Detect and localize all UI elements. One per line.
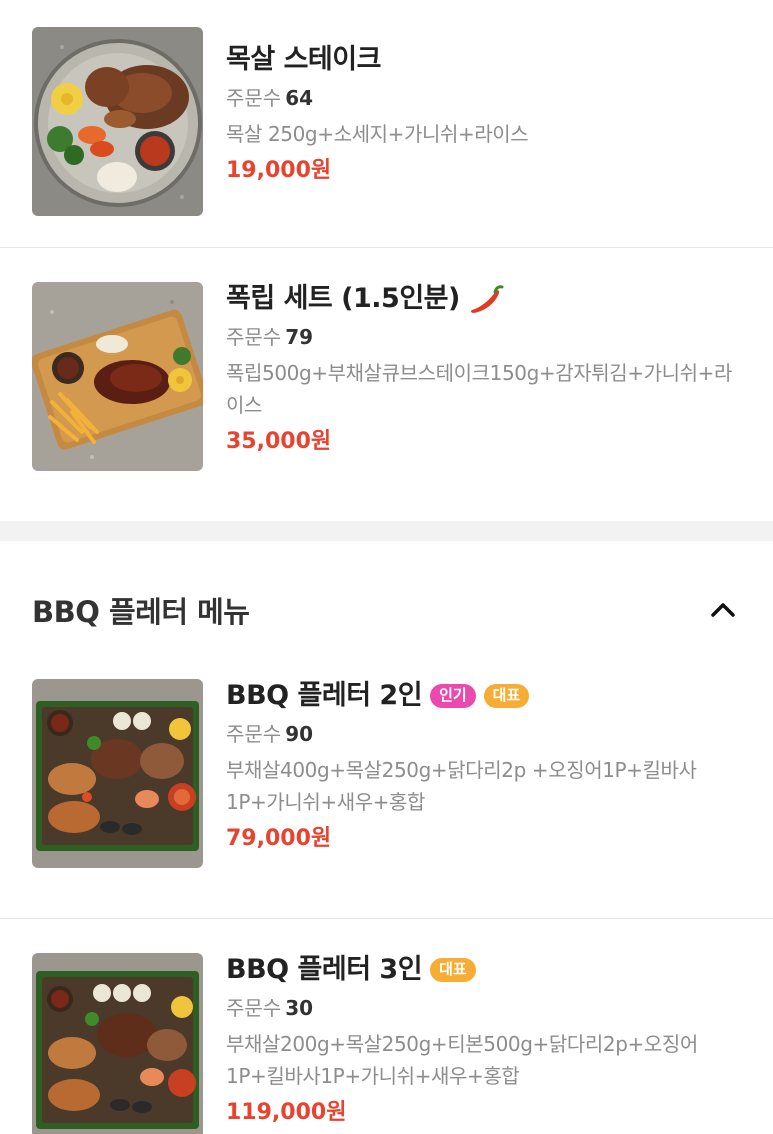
order-count: 주문수 30 bbox=[226, 994, 746, 1022]
order-count: 주문수 79 bbox=[226, 323, 746, 351]
menu-item-description: 부채살400g+목살250g+닭다리2p +오징어1P+킬바사1P+가니쉬+새우… bbox=[226, 758, 697, 814]
section-divider bbox=[0, 521, 773, 541]
bbq-platter-image bbox=[32, 679, 203, 868]
menu-item-name-text: 목살 스테이크 bbox=[226, 44, 381, 75]
menu-item-photo bbox=[32, 953, 203, 1134]
menu-item-photo bbox=[32, 679, 203, 868]
popular-badge: 인기 bbox=[430, 684, 476, 708]
menu-item-info: 폭립 세트 (1.5인분) 주문수 79 폭립500g+부채살큐브스테이크150g… bbox=[226, 282, 746, 521]
menu-item-photo bbox=[32, 282, 203, 471]
menu-item-description: 부채살200g+목살250g+티본500g+닭다리2p+오징어1P+킬바사1P+… bbox=[226, 1032, 698, 1088]
order-count-value: 90 bbox=[285, 722, 314, 746]
menu-item-info: BBQ 플레터 3인 대표 주문수 30 부채살200g+목살250g+티본500… bbox=[226, 953, 746, 1134]
menu-item-info: BBQ 플레터 2인 인기 대표 주문수 90 부채살400g+목살250g+닭다… bbox=[226, 679, 746, 918]
menu-item-name: BBQ 플레터 2인 인기 대표 bbox=[226, 679, 746, 713]
menu-item[interactable]: 목살 스테이크 주문수 64 목살 250g+소세지+가니쉬+라이스 19,000… bbox=[0, 0, 773, 248]
signature-badge: 대표 bbox=[483, 684, 530, 708]
chevron-up-icon bbox=[711, 603, 735, 617]
order-count: 주문수 90 bbox=[226, 720, 746, 748]
order-count-label: 주문수 bbox=[226, 325, 282, 349]
menu-item-price: 19,000원 bbox=[226, 158, 332, 183]
menu-item-name: 폭립 세트 (1.5인분) bbox=[226, 282, 746, 316]
order-count-label: 주문수 bbox=[226, 996, 282, 1020]
ribs-board-image bbox=[32, 282, 203, 471]
order-count-value: 30 bbox=[285, 996, 314, 1020]
signature-badge: 대표 bbox=[430, 958, 476, 982]
menu-item-name: 목살 스테이크 bbox=[226, 43, 746, 77]
menu-item-name: BBQ 플레터 3인 대표 bbox=[226, 953, 746, 987]
menu-item[interactable]: BBQ 플레터 2인 인기 대표 주문수 90 부채살400g+목살250g+닭다… bbox=[0, 679, 773, 919]
menu-item-name-text: BBQ 플레터 2인 bbox=[226, 680, 423, 711]
menu-item-name-text: 폭립 세트 (1.5인분) bbox=[226, 283, 460, 314]
menu-item-photo bbox=[32, 27, 203, 216]
collapse-button[interactable] bbox=[703, 590, 743, 630]
menu-item[interactable]: BBQ 플레터 3인 대표 주문수 30 부채살200g+목살250g+티본500… bbox=[0, 919, 773, 1134]
section-title: BBQ 플레터 메뉴 bbox=[32, 595, 250, 629]
menu-item-price: 79,000원 bbox=[226, 826, 332, 851]
menu-item-info: 목살 스테이크 주문수 64 목살 250g+소세지+가니쉬+라이스 19,000… bbox=[226, 27, 746, 247]
section-header[interactable]: BBQ 플레터 메뉴 bbox=[0, 541, 773, 679]
chili-pepper-icon bbox=[470, 285, 504, 313]
menu-item-price: 35,000원 bbox=[226, 429, 332, 454]
menu-item-name-text: BBQ 플레터 3인 bbox=[226, 954, 423, 985]
order-count-label: 주문수 bbox=[226, 722, 282, 746]
menu-item-price: 119,000원 bbox=[226, 1100, 347, 1125]
menu-item-description: 목살 250g+소세지+가니쉬+라이스 bbox=[226, 122, 529, 146]
menu-item[interactable]: 폭립 세트 (1.5인분) 주문수 79 폭립500g+부채살큐브스테이크150g… bbox=[0, 248, 773, 521]
order-count-label: 주문수 bbox=[226, 86, 282, 110]
order-count-value: 79 bbox=[285, 325, 314, 349]
order-count: 주문수 64 bbox=[226, 84, 746, 112]
bbq-platter-large-image bbox=[32, 953, 203, 1134]
menu-item-description: 폭립500g+부채살큐브스테이크150g+감자튀김+가니쉬+라이스 bbox=[226, 361, 732, 417]
order-count-value: 64 bbox=[285, 86, 314, 110]
steak-plate-image bbox=[32, 27, 203, 216]
